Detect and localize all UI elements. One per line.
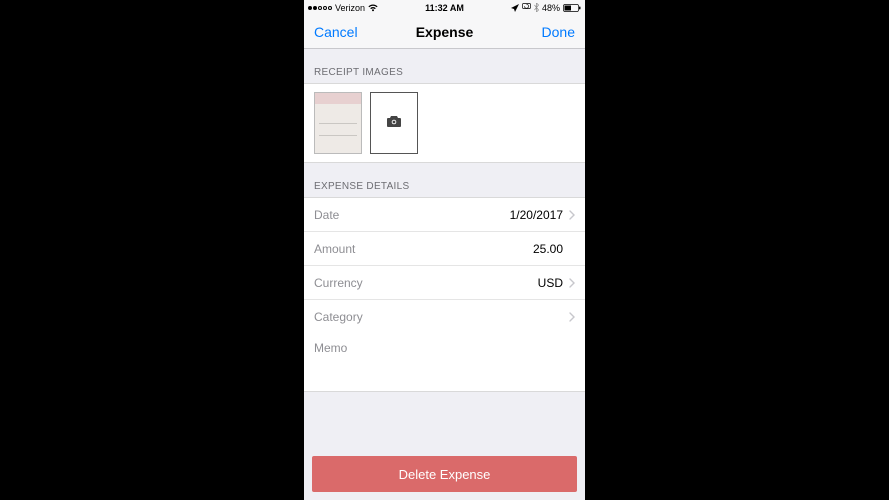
carrier-label: Verizon <box>335 3 365 13</box>
details-list: Date 1/20/2017 Amount 25.00 Currency USD <box>304 197 585 334</box>
location-arrow-icon <box>511 4 519 12</box>
camera-icon <box>386 114 402 132</box>
chevron-right-icon <box>563 312 575 322</box>
receipt-thumbnail[interactable] <box>314 92 362 154</box>
row-date[interactable]: Date 1/20/2017 <box>304 198 585 232</box>
date-label: Date <box>314 208 339 222</box>
status-bar: Verizon 11:32 AM 48% <box>304 0 585 15</box>
section-header-expense-details: EXPENSE DETAILS <box>304 163 585 197</box>
battery-icon <box>563 4 581 12</box>
cancel-button[interactable]: Cancel <box>314 24 401 40</box>
delete-expense-button[interactable]: Delete Expense <box>312 456 577 492</box>
signal-dots-icon <box>308 6 332 10</box>
currency-label: Currency <box>314 276 363 290</box>
memo-label: Memo <box>314 341 347 355</box>
row-currency[interactable]: Currency USD <box>304 266 585 300</box>
phone-screen: Verizon 11:32 AM 48% Cancel Expense Done <box>304 0 585 500</box>
currency-value: USD <box>363 276 563 290</box>
orientation-lock-icon <box>522 3 531 13</box>
status-time: 11:32 AM <box>425 3 464 13</box>
status-right: 48% <box>511 3 581 13</box>
date-value: 1/20/2017 <box>339 208 563 222</box>
category-label: Category <box>314 310 363 324</box>
spacer <box>304 392 585 448</box>
section-header-receipt-images: RECEIPT IMAGES <box>304 49 585 83</box>
wifi-icon <box>368 4 378 12</box>
add-photo-button[interactable] <box>370 92 418 154</box>
row-amount[interactable]: Amount 25.00 <box>304 232 585 266</box>
amount-value: 25.00 <box>355 242 563 256</box>
bluetooth-icon <box>534 3 539 12</box>
receipt-images-row <box>304 83 585 163</box>
nav-bar: Cancel Expense Done <box>304 15 585 49</box>
status-left: Verizon <box>308 3 378 13</box>
chevron-right-icon <box>563 210 575 220</box>
battery-pct: 48% <box>542 3 560 13</box>
memo-field[interactable]: Memo <box>304 334 585 392</box>
done-button[interactable]: Done <box>488 24 575 40</box>
amount-label: Amount <box>314 242 355 256</box>
content: RECEIPT IMAGES EXPENSE DETAILS Date 1/20… <box>304 49 585 500</box>
chevron-right-icon <box>563 278 575 288</box>
page-title: Expense <box>401 24 488 40</box>
row-category[interactable]: Category <box>304 300 585 334</box>
